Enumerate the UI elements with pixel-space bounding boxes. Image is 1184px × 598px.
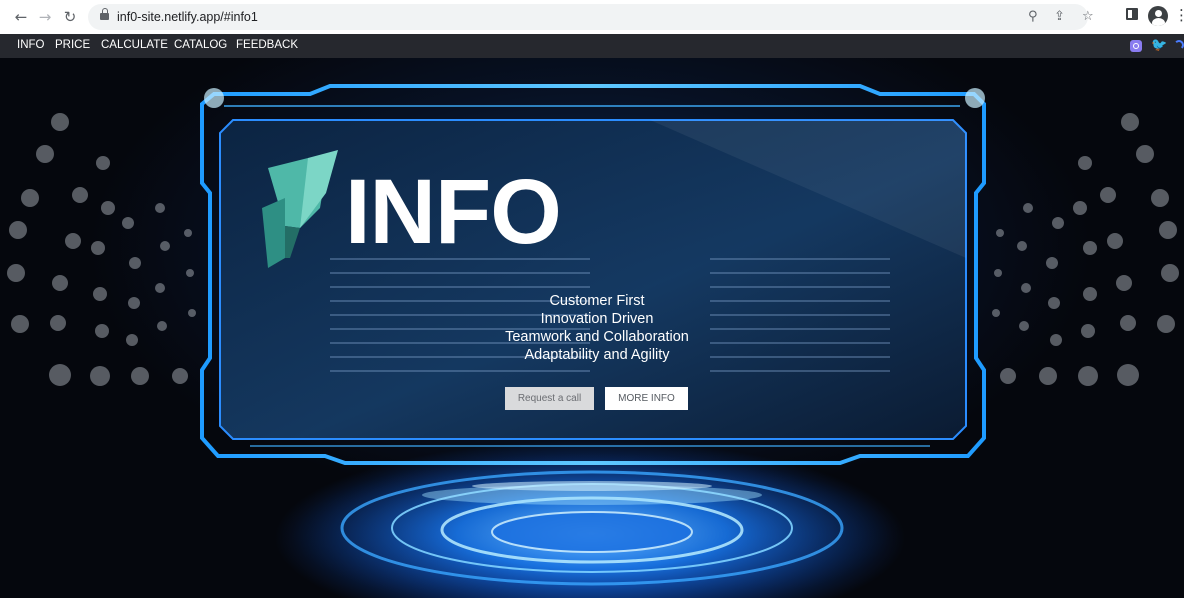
request-call-button[interactable]: Request a call bbox=[505, 387, 594, 410]
side-panel-icon[interactable] bbox=[1126, 8, 1138, 20]
hero-title: INFO bbox=[345, 161, 562, 263]
tagline-4: Adaptability and Agility bbox=[524, 347, 670, 363]
browser-toolbar: ← → ↻ inf0-site.netlify.app/#info1 ⚲ ⇪ ☆… bbox=[0, 0, 1184, 34]
more-menu-icon[interactable]: ⋮ bbox=[1174, 6, 1184, 24]
twitter-icon[interactable]: 🐦 bbox=[1151, 38, 1167, 53]
profile-avatar-icon[interactable] bbox=[1148, 6, 1168, 26]
tagline-2: Innovation Driven bbox=[540, 311, 654, 327]
nav-price[interactable]: PRICE bbox=[55, 39, 90, 51]
nav-info[interactable]: INFO bbox=[17, 39, 44, 51]
forward-icon[interactable]: → bbox=[34, 6, 56, 28]
url-text[interactable]: inf0-site.netlify.app/#info1 bbox=[117, 10, 258, 24]
decorative-dots-left bbox=[7, 113, 196, 386]
instagram-icon[interactable] bbox=[1130, 40, 1142, 52]
tagline-1: Customer First bbox=[549, 293, 645, 309]
nav-calculate[interactable]: CALCULATE bbox=[101, 39, 168, 51]
bookmark-star-icon[interactable]: ☆ bbox=[1082, 9, 1094, 24]
hero-banner: INFO Customer First Innovation Driven Te… bbox=[0, 58, 1184, 598]
decorative-dots-right bbox=[992, 113, 1179, 386]
reload-icon[interactable]: ↻ bbox=[59, 6, 81, 28]
back-icon[interactable]: ← bbox=[10, 6, 32, 28]
address-bar[interactable]: inf0-site.netlify.app/#info1 ⚲ ⇪ ☆ bbox=[88, 4, 1094, 30]
website: INFO PRICE CALCULATE CATALOG FEEDBACK 🐦 bbox=[0, 34, 1184, 598]
share-icon[interactable]: ⇪ bbox=[1054, 9, 1065, 24]
tagline-3: Teamwork and Collaboration bbox=[505, 329, 689, 345]
lock-icon bbox=[100, 8, 109, 22]
site-navbar: INFO PRICE CALCULATE CATALOG FEEDBACK 🐦 bbox=[0, 34, 1184, 58]
zoom-icon[interactable]: ⚲ bbox=[1028, 9, 1038, 24]
podium-rings bbox=[292, 453, 892, 598]
nav-catalog[interactable]: CATALOG bbox=[174, 39, 227, 51]
edge-icon[interactable] bbox=[1174, 40, 1184, 50]
more-info-button[interactable]: MORE INFO bbox=[605, 387, 688, 410]
nav-feedback[interactable]: FEEDBACK bbox=[236, 39, 298, 51]
